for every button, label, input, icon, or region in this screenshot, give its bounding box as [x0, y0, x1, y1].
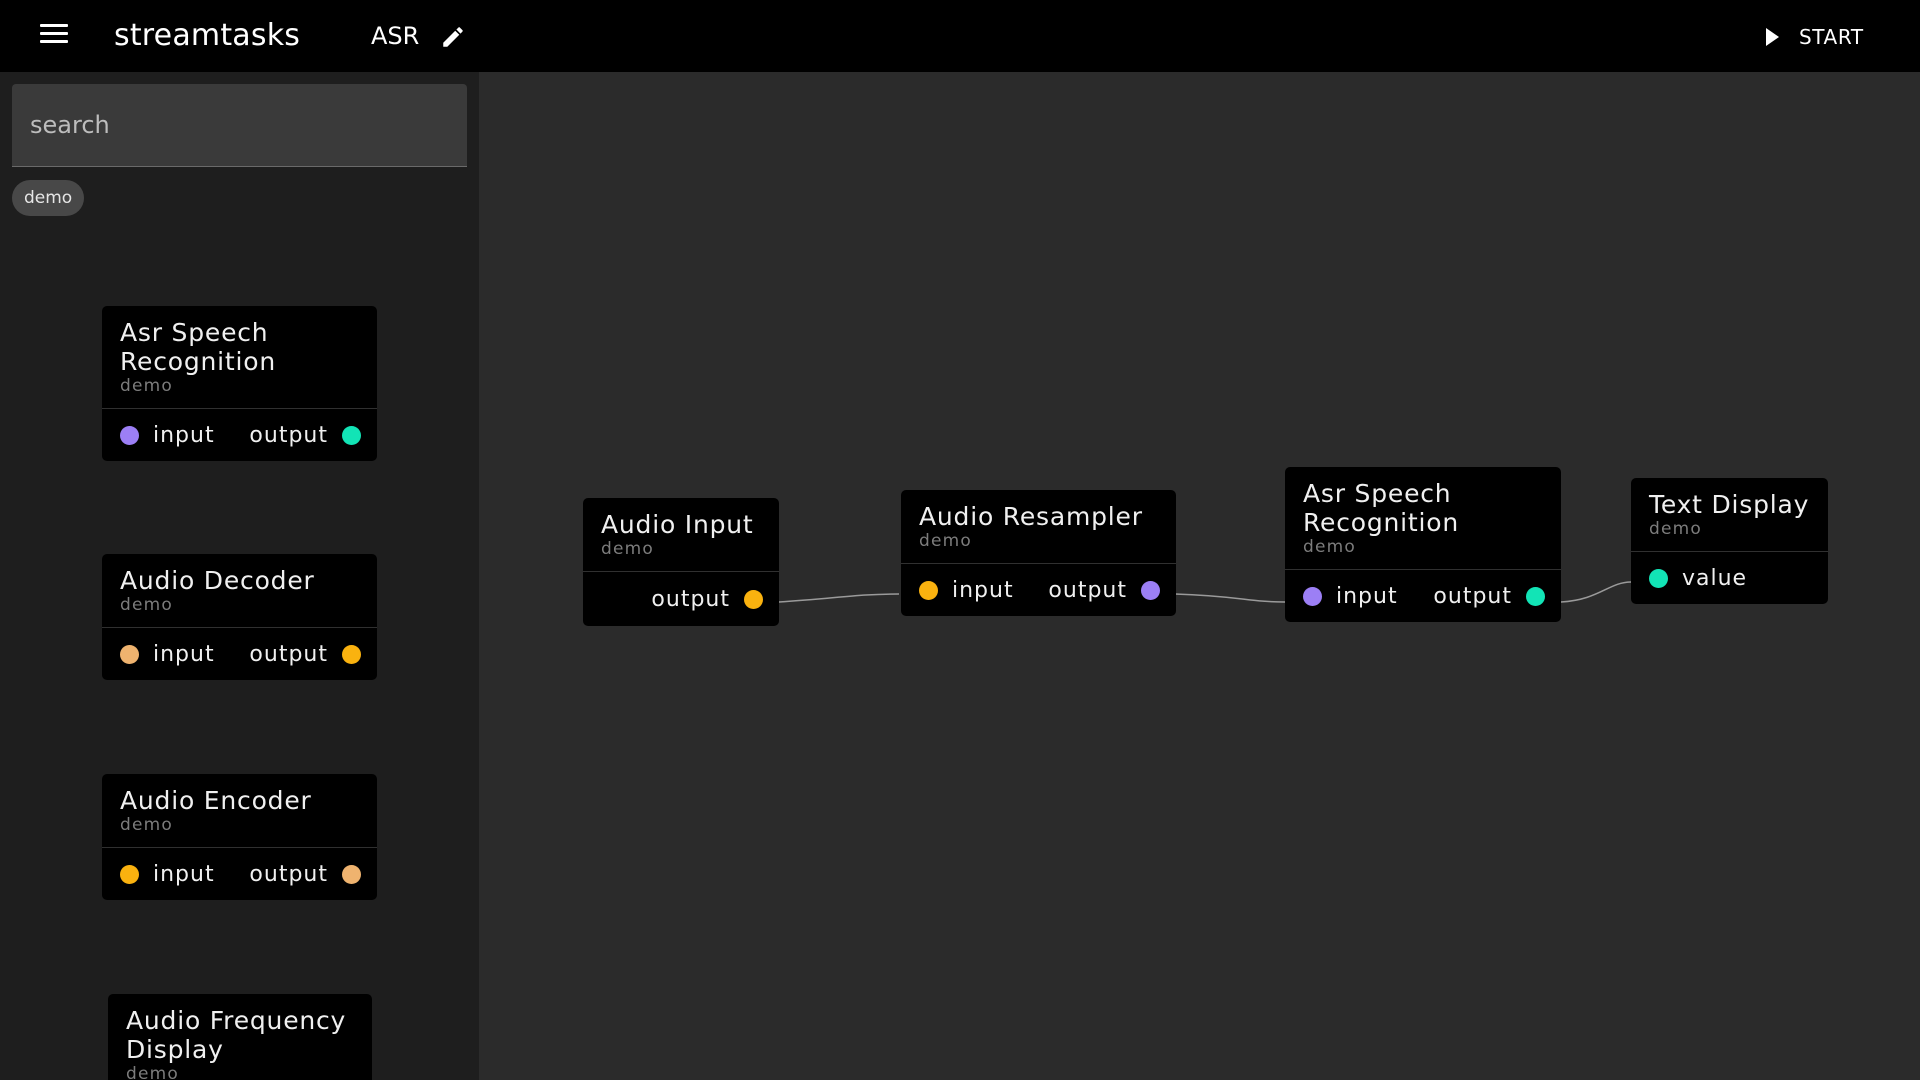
output-port-handle[interactable]: [1526, 586, 1545, 606]
node-ports: input output: [102, 409, 377, 461]
node-title: Audio Input: [601, 510, 754, 539]
flow-canvas[interactable]: Audio Input demo output Audio Resampler …: [479, 72, 1920, 1080]
input-port-handle[interactable]: [1303, 586, 1322, 606]
output-port-handle[interactable]: [744, 589, 763, 609]
input-port: input: [120, 642, 215, 667]
node-ports: output: [583, 572, 779, 626]
app-bar: streamtasks ASR START: [0, 0, 1920, 72]
node-tag: demo: [120, 595, 174, 615]
output-port-handle[interactable]: [342, 864, 361, 884]
port-label: input: [1336, 583, 1398, 609]
node-tag: demo: [120, 376, 174, 396]
canvas-node-audio-resampler[interactable]: Audio Resampler demo input output: [901, 490, 1176, 616]
node-title: Audio Decoder: [120, 566, 315, 595]
filter-chip-demo[interactable]: demo: [12, 180, 85, 216]
menu-icon[interactable]: [40, 24, 68, 48]
node-tag: demo: [120, 815, 174, 835]
sidebar-node-audio-frequency-display[interactable]: Audio Frequency Display demo: [108, 994, 372, 1080]
node-tag: demo: [1303, 537, 1357, 557]
input-port-handle[interactable]: [1649, 568, 1668, 588]
input-port: input: [1303, 584, 1398, 609]
node-title: Text Display: [1649, 490, 1810, 519]
output-port: output: [249, 642, 361, 667]
input-port: value: [1649, 566, 1747, 591]
node-title: Asr Speech Recognition: [120, 318, 277, 376]
output-port: output: [249, 862, 361, 887]
canvas-node-audio-input[interactable]: Audio Input demo output: [583, 498, 779, 626]
connection-edge[interactable]: [1174, 593, 1286, 603]
input-port: input: [919, 578, 1014, 603]
node-ports: input output: [102, 848, 377, 900]
start-button[interactable]: START: [1766, 22, 1864, 52]
node-tag: demo: [126, 1064, 180, 1080]
output-port-handle[interactable]: [342, 644, 361, 664]
input-port-handle[interactable]: [120, 425, 139, 445]
input-port: input: [120, 862, 215, 887]
input-port-handle[interactable]: [120, 644, 139, 664]
node-ports: input output: [901, 564, 1176, 616]
node-tag: demo: [601, 539, 655, 559]
output-port: output: [651, 587, 763, 612]
port-label: input: [952, 577, 1014, 603]
port-label: input: [153, 641, 215, 667]
port-label: value: [1682, 565, 1748, 591]
node-header: Asr Speech Recognition demo: [1285, 467, 1561, 570]
port-label: output: [249, 422, 328, 448]
port-label: output: [1433, 583, 1512, 609]
node-ports: value: [1631, 552, 1828, 604]
canvas-node-asr-speech-recognition[interactable]: Asr Speech Recognition demo input output: [1285, 467, 1561, 622]
output-port-handle[interactable]: [342, 425, 361, 445]
output-port: output: [1048, 578, 1160, 603]
node-tag: demo: [919, 531, 973, 551]
node-title: Audio Resampler: [919, 502, 1143, 531]
node-header: Audio Encoder demo: [102, 774, 377, 848]
port-label: input: [153, 861, 215, 887]
port-label: output: [651, 586, 730, 612]
input-port-handle[interactable]: [120, 864, 139, 884]
port-label: input: [153, 422, 215, 448]
canvas-node-text-display[interactable]: Text Display demo value: [1631, 478, 1828, 604]
sidebar: demo Asr Speech Recognition demo input o…: [0, 72, 479, 1080]
node-title: Asr Speech Recognition: [1303, 479, 1460, 537]
node-tag: demo: [1649, 519, 1703, 539]
node-header: Audio Input demo: [583, 498, 779, 572]
node-header: Audio Resampler demo: [901, 490, 1176, 564]
sidebar-node-audio-decoder[interactable]: Audio Decoder demo input output: [102, 554, 377, 680]
flow-name: ASR: [371, 22, 420, 50]
node-ports: input output: [1285, 570, 1561, 622]
start-button-label: START: [1799, 25, 1864, 49]
port-label: output: [1048, 577, 1127, 603]
app-title: streamtasks: [114, 18, 301, 53]
node-title: Audio Encoder: [120, 786, 312, 815]
output-port: output: [249, 423, 361, 448]
node-title: Audio Frequency Display: [126, 1006, 347, 1064]
output-port-handle[interactable]: [1141, 580, 1160, 600]
port-label: output: [249, 861, 328, 887]
search-input[interactable]: [12, 84, 467, 167]
input-port-handle[interactable]: [919, 580, 938, 600]
edit-pencil-icon[interactable]: [440, 24, 466, 50]
node-header: Text Display demo: [1631, 478, 1828, 552]
sidebar-node-asr-speech-recognition[interactable]: Asr Speech Recognition demo input output: [102, 306, 377, 461]
output-port: output: [1433, 584, 1545, 609]
port-label: output: [249, 641, 328, 667]
node-ports: input output: [102, 628, 377, 680]
connection-edge[interactable]: [778, 593, 900, 603]
node-header: Asr Speech Recognition demo: [102, 306, 377, 409]
connection-edge[interactable]: [1560, 581, 1632, 603]
input-port: input: [120, 423, 215, 448]
sidebar-node-audio-encoder[interactable]: Audio Encoder demo input output: [102, 774, 377, 900]
node-header: Audio Decoder demo: [102, 554, 377, 628]
play-icon: [1766, 28, 1779, 46]
node-header: Audio Frequency Display demo: [108, 994, 372, 1080]
